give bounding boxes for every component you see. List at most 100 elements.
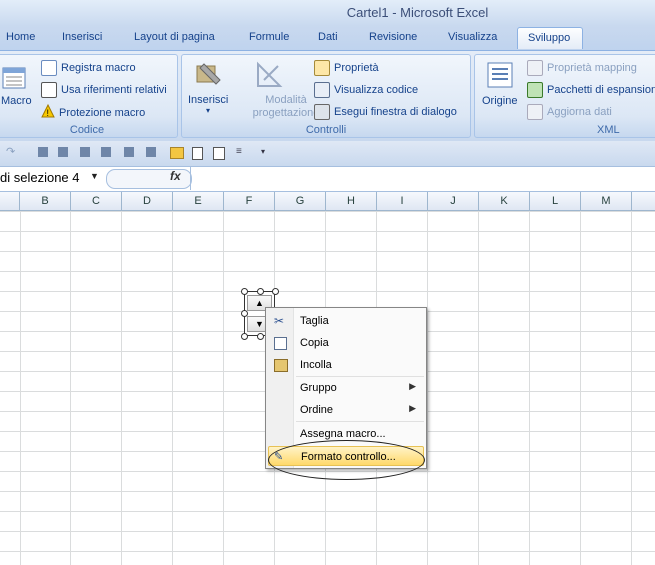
- macro-button[interactable]: Macro: [1, 95, 32, 107]
- column-header[interactable]: M: [581, 192, 632, 210]
- window-title: Cartel1 - Microsoft Excel: [346, 5, 489, 20]
- scissors-icon: ✂: [274, 314, 285, 328]
- column-header[interactable]: C: [71, 192, 122, 210]
- tab-home[interactable]: Home: [6, 31, 35, 43]
- open-folder-icon[interactable]: [170, 147, 184, 159]
- properties-icon: [314, 60, 330, 76]
- usa-riferimenti-button[interactable]: Usa riferimenti relativi: [41, 82, 167, 98]
- group-label-xml: XML: [597, 124, 620, 136]
- tab-sviluppo[interactable]: Sviluppo: [517, 27, 583, 49]
- run-dialog-icon: [314, 104, 330, 120]
- grid-line: [478, 211, 479, 565]
- resize-handle[interactable]: [241, 288, 248, 295]
- print-preview-icon[interactable]: [213, 147, 225, 160]
- paste-icon: [274, 359, 288, 372]
- column-header[interactable]: H: [326, 192, 377, 210]
- group-xml: Origine Proprietà mapping Pacchetti di e…: [474, 54, 655, 138]
- column-header[interactable]: E: [173, 192, 224, 210]
- resize-handle[interactable]: [241, 333, 248, 340]
- visualizza-codice-button[interactable]: Visualizza codice: [314, 82, 418, 98]
- menu-item-incolla[interactable]: Incolla: [266, 355, 426, 375]
- origine-button[interactable]: Origine: [482, 95, 517, 107]
- design-mode-icon: [254, 60, 284, 90]
- proprieta-button[interactable]: Proprietà: [314, 60, 379, 76]
- resize-handle[interactable]: [257, 288, 264, 295]
- warning-icon: !: [41, 103, 55, 121]
- tab-order-icon[interactable]: [80, 147, 90, 157]
- formula-bar: di selezione 4 ▼ fx: [0, 167, 655, 192]
- properties-toolbar-icon[interactable]: ≡: [236, 146, 248, 158]
- group-label-codice: Codice: [69, 124, 105, 136]
- tab-visualizza[interactable]: Visualizza: [448, 31, 497, 43]
- group-icon[interactable]: [101, 147, 111, 157]
- insert-controls-icon: [194, 60, 224, 90]
- column-headers: B C D E F G H I J K L M: [0, 192, 655, 211]
- registra-macro-button[interactable]: Registra macro: [41, 60, 136, 76]
- align-icon[interactable]: [38, 147, 48, 157]
- formula-input[interactable]: [190, 167, 655, 190]
- insert-function-icon[interactable]: fx: [170, 169, 181, 183]
- refresh-data-icon: [527, 104, 543, 120]
- new-document-icon[interactable]: [192, 147, 203, 160]
- menu-item-copia[interactable]: Copia: [266, 333, 426, 353]
- tab-formule[interactable]: Formule: [249, 31, 289, 43]
- menu-separator: [296, 421, 424, 422]
- distribute-icon[interactable]: [58, 147, 68, 157]
- column-header-partial[interactable]: [632, 192, 655, 210]
- column-header[interactable]: G: [275, 192, 326, 210]
- column-header[interactable]: K: [479, 192, 530, 210]
- tab-revisione[interactable]: Revisione: [369, 31, 417, 43]
- name-box[interactable]: di selezione 4: [0, 170, 104, 187]
- macro-icon: [2, 65, 28, 91]
- grid-line: [172, 211, 173, 565]
- customize-dropdown-icon[interactable]: ▾: [261, 147, 273, 159]
- grid-line: [631, 211, 632, 565]
- protezione-macro-button[interactable]: ! Protezione macro: [41, 103, 145, 121]
- title-bar: Cartel1 - Microsoft Excel: [0, 0, 655, 26]
- chevron-down-icon[interactable]: ▼: [90, 171, 99, 181]
- grid-line: [427, 211, 428, 565]
- column-header-partial[interactable]: [0, 192, 20, 210]
- grid-line: [223, 211, 224, 565]
- submenu-arrow-icon: ▶: [409, 403, 416, 413]
- annotation-oval: [268, 440, 425, 480]
- resize-handle[interactable]: [272, 288, 279, 295]
- xml-source-icon: [485, 60, 515, 90]
- group-label-controlli: Controlli: [305, 124, 347, 136]
- submenu-arrow-icon: ▶: [409, 381, 416, 391]
- regroup-icon[interactable]: [146, 147, 156, 157]
- column-header[interactable]: I: [377, 192, 428, 210]
- grid-line: [70, 211, 71, 565]
- expansion-packs-icon: [527, 82, 543, 98]
- aggiorna-dati-button[interactable]: Aggiorna dati: [527, 104, 612, 120]
- tab-inserisci[interactable]: Inserisci: [62, 31, 102, 43]
- group-codice: Macro Registra macro Usa riferimenti rel…: [0, 54, 178, 138]
- resize-handle[interactable]: [257, 333, 264, 340]
- grid-line: [580, 211, 581, 565]
- modalita-progettazione-button[interactable]: Modalità progettazione: [248, 94, 324, 120]
- group-controlli: Inserisci ▾ Modalità progettazione Propr…: [181, 54, 471, 138]
- map-properties-icon: [527, 60, 543, 76]
- tab-dati[interactable]: Dati: [318, 31, 338, 43]
- forms-toolbar: ↷ ≡ ▾: [0, 141, 655, 167]
- resize-handle[interactable]: [241, 310, 248, 317]
- ungroup-icon[interactable]: [124, 147, 134, 157]
- tab-layout[interactable]: Layout di pagina: [134, 31, 215, 43]
- column-header[interactable]: B: [20, 192, 71, 210]
- inserisci-button[interactable]: Inserisci: [188, 94, 228, 106]
- ribbon: Macro Registra macro Usa riferimenti rel…: [0, 50, 655, 142]
- column-header[interactable]: L: [530, 192, 581, 210]
- column-header[interactable]: F: [224, 192, 275, 210]
- esegui-finestra-button[interactable]: Esegui finestra di dialogo: [314, 104, 457, 120]
- record-macro-icon: [41, 60, 57, 76]
- menu-item-taglia[interactable]: ✂ Taglia: [266, 311, 426, 331]
- grid-line: [121, 211, 122, 565]
- proprieta-mapping-button[interactable]: Proprietà mapping: [527, 60, 637, 76]
- menu-separator: [296, 376, 424, 377]
- redo-icon[interactable]: ↷: [6, 145, 18, 158]
- menu-item-gruppo[interactable]: Gruppo ▶: [266, 378, 426, 398]
- column-header[interactable]: J: [428, 192, 479, 210]
- pacchetti-espansione-button[interactable]: Pacchetti di espansione: [527, 82, 655, 98]
- column-header[interactable]: D: [122, 192, 173, 210]
- menu-item-ordine[interactable]: Ordine ▶: [266, 400, 426, 420]
